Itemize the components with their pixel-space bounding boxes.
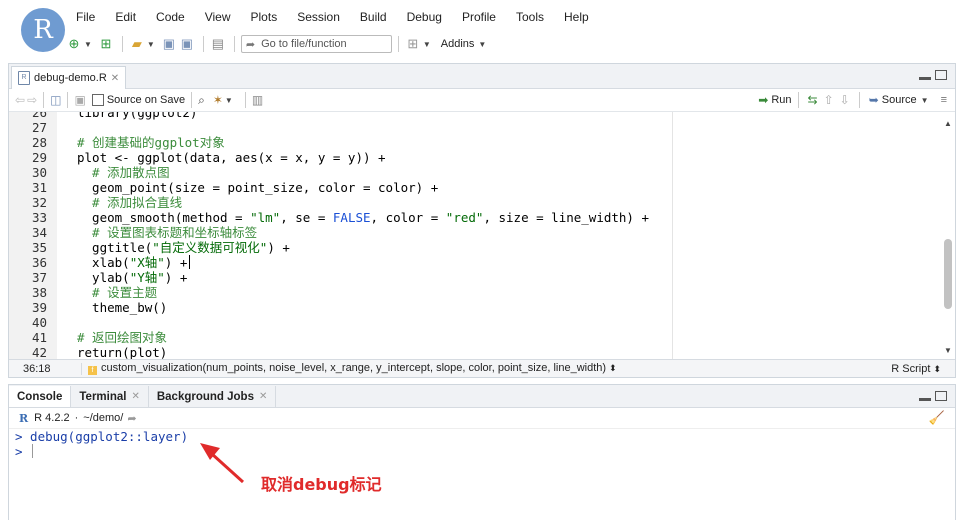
annotation-arrow [200, 443, 245, 484]
annotation-arrow-shaft [210, 452, 245, 484]
annotation-text: 取消debug标记 [261, 475, 382, 494]
